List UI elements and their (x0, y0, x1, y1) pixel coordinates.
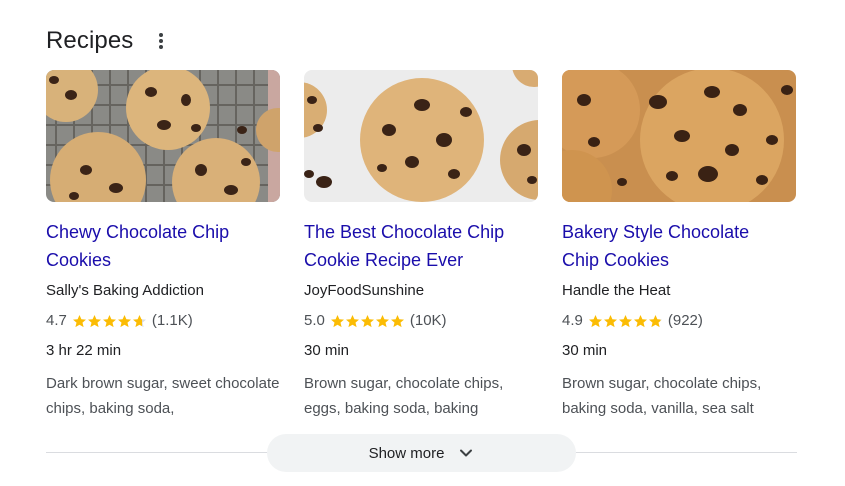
recipe-title-line[interactable]: Chip Cookies (562, 246, 796, 274)
star-icon (132, 314, 146, 327)
star-rating (72, 314, 147, 329)
star-rating (330, 314, 405, 329)
show-more-button[interactable]: Show more (267, 434, 576, 472)
chevron-down-icon[interactable] (458, 445, 474, 461)
rating-value: 4.7 (46, 312, 67, 329)
recipe-title-link[interactable]: Chewy Chocolate Chip Cookies (46, 218, 280, 274)
star-icon (117, 314, 131, 327)
recipe-rating: 4.7 (1.1K) (46, 311, 280, 331)
cook-time: 30 min (562, 342, 608, 359)
star-icon (390, 314, 404, 327)
recipe-image[interactable] (46, 70, 280, 202)
review-count: (1.1K) (151, 312, 193, 329)
star-icon (330, 314, 344, 327)
recipe-title-link[interactable]: Bakery Style Chocolate Chip Cookies (562, 218, 796, 274)
recipe-card[interactable]: Bakery Style Chocolate Chip Cookies Hand… (562, 70, 796, 421)
star-icon (648, 314, 662, 327)
rating-value: 5.0 (304, 312, 325, 329)
recipe-source: Sally's Baking Addiction (46, 282, 204, 299)
recipe-card[interactable]: Chewy Chocolate Chip Cookies Sally's Bak… (46, 70, 280, 421)
show-more-label[interactable]: Show more (369, 445, 445, 462)
recipes-header: Recipes (46, 26, 169, 56)
recipe-title-line[interactable]: Bakery Style Chocolate (562, 218, 796, 246)
ingredients-list: Dark brown sugar, sweet chocolate chips,… (46, 375, 280, 417)
recipe-image[interactable] (562, 70, 796, 202)
star-icon (72, 314, 86, 327)
star-icon (360, 314, 374, 327)
star-icon (375, 314, 389, 327)
section-title: Recipes (46, 27, 134, 54)
review-count: (922) (667, 312, 703, 329)
recipe-source: Handle the Heat (562, 282, 671, 299)
review-count: (10K) (409, 312, 447, 329)
star-icon (588, 314, 602, 327)
recipe-card[interactable]: The Best Chocolate Chip Cookie Recipe Ev… (304, 70, 538, 421)
ingredients-list: Brown sugar, chocolate chips, baking sod… (562, 375, 762, 417)
cook-time: 30 min (304, 342, 350, 359)
star-rating (588, 314, 663, 329)
recipe-title-line[interactable]: Cookie Recipe Ever (304, 246, 538, 274)
recipe-image[interactable] (304, 70, 538, 202)
ingredients-list: Brown sugar, chocolate chips, eggs, baki… (304, 375, 504, 417)
cook-time: 3 hr 22 min (46, 342, 122, 359)
recipe-title-line[interactable]: Chewy Chocolate Chip (46, 218, 280, 246)
star-icon (345, 314, 359, 327)
recipe-title-line[interactable]: Cookies (46, 246, 280, 274)
recipe-title-line[interactable]: The Best Chocolate Chip (304, 218, 538, 246)
recipe-cards: Chewy Chocolate Chip Cookies Sally's Bak… (46, 70, 796, 421)
star-icon (102, 314, 116, 327)
star-icon (618, 314, 632, 327)
rating-value: 4.9 (562, 312, 583, 329)
star-icon (87, 314, 101, 327)
recipe-title-link[interactable]: The Best Chocolate Chip Cookie Recipe Ev… (304, 218, 538, 274)
recipe-source: JoyFoodSunshine (304, 282, 425, 299)
recipe-rating: 5.0 (10K) (304, 311, 538, 331)
recipe-rating: 4.9 (922) (562, 311, 796, 331)
star-icon (633, 314, 647, 327)
star-icon (603, 314, 617, 327)
more-options-icon[interactable] (153, 29, 169, 53)
